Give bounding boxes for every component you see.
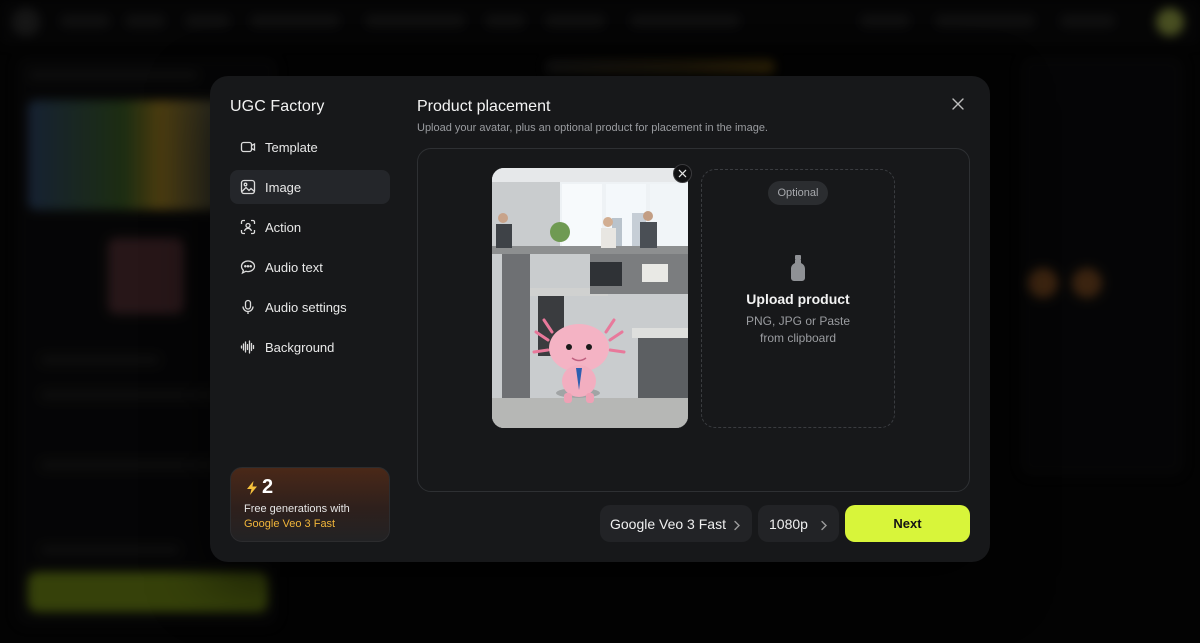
promo-text: Free generations with <box>244 503 350 515</box>
menu-item-label: Background <box>265 339 335 355</box>
model-select[interactable]: Google Veo 3 Fast <box>600 505 752 542</box>
menu-item-label: Audio settings <box>265 299 347 315</box>
person-scan-icon <box>240 219 256 235</box>
menu-item-image[interactable]: Image <box>230 170 390 204</box>
next-button[interactable]: Next <box>845 505 970 542</box>
close-icon <box>951 97 965 111</box>
close-icon <box>678 169 687 178</box>
close-button[interactable] <box>948 94 968 114</box>
upload-hint-line: PNG, JPG or Paste <box>745 314 851 328</box>
upload-area: Optional Upload product PNG, JPG or Past… <box>417 148 970 492</box>
menu-item-audio-text[interactable]: Audio text <box>230 250 390 284</box>
video-frame-icon <box>240 139 256 155</box>
lightning-icon <box>244 480 262 496</box>
chevron-right-icon <box>820 518 828 531</box>
upload-product-title: Upload product <box>746 291 850 307</box>
menu-item-label: Action <box>265 219 302 235</box>
upload-hint-line: from clipboard <box>759 331 837 345</box>
bottle-icon <box>790 255 806 281</box>
speech-bubble-icon <box>240 259 256 275</box>
resolution-select[interactable]: 1080p <box>758 505 839 542</box>
menu-item-label: Audio text <box>265 259 323 275</box>
menu-item-action[interactable]: Action <box>230 210 390 244</box>
model-select-value: Google Veo 3 Fast <box>610 515 726 532</box>
modal-title: UGC Factory <box>230 98 325 115</box>
promo-count-value: 2 <box>262 476 274 498</box>
menu-item-label: Image <box>265 179 302 195</box>
chevron-right-icon <box>733 518 741 531</box>
avatar-image[interactable] <box>492 168 688 428</box>
microphone-icon <box>240 299 256 315</box>
side-menu: Template Image Action Audio text Audio s… <box>230 130 390 370</box>
remove-avatar-button[interactable] <box>673 164 692 183</box>
menu-item-background[interactable]: Background <box>230 330 390 364</box>
promo-count: 2 <box>244 476 273 499</box>
menu-item-template[interactable]: Template <box>230 130 390 164</box>
image-icon <box>240 179 256 195</box>
promo-model: Google Veo 3 Fast <box>244 518 336 530</box>
ugc-factory-modal: UGC Factory Template Image Action Audio … <box>210 76 990 562</box>
waveform-icon <box>240 339 256 355</box>
optional-badge: Optional <box>768 181 828 205</box>
free-generations-card: 2 Free generations with Google Veo 3 Fas… <box>230 467 390 542</box>
menu-item-label: Template <box>265 139 318 155</box>
menu-item-audio-settings[interactable]: Audio settings <box>230 290 390 324</box>
resolution-select-value: 1080p <box>769 515 808 532</box>
upload-product-dropzone[interactable]: Optional Upload product PNG, JPG or Past… <box>701 169 895 428</box>
upload-product-hint: PNG, JPG or Paste from clipboard <box>702 313 894 347</box>
office-axolotl-image <box>492 168 688 428</box>
content-subtitle: Upload your avatar, plus an optional pro… <box>417 122 768 134</box>
content-title: Product placement <box>417 98 551 115</box>
